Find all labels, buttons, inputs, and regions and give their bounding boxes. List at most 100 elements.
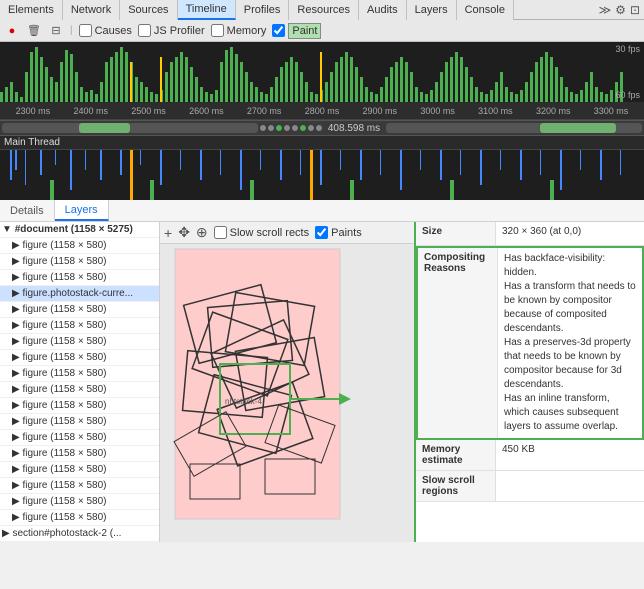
tree-arrow-8: ▶: [12, 352, 22, 363]
canvas-viewport[interactable]: nhtstack-4: [160, 244, 414, 542]
tree-item-13[interactable]: ▶ figure (1158 × 580): [0, 430, 159, 446]
svg-text:nhtstack-4: nhtstack-4: [225, 397, 262, 406]
tree-arrow-4: ▶: [12, 288, 22, 299]
tree-item-5[interactable]: ▶ figure (1158 × 580): [0, 302, 159, 318]
tree-item-section[interactable]: ▶ section#photostack-2 (...: [0, 526, 159, 542]
tree-item-18[interactable]: ▶ figure (1158 × 580): [0, 510, 159, 526]
tree-item-16[interactable]: ▶ figure (1158 × 580): [0, 478, 159, 494]
timeline-toolbar: ● 🗑 ⊟ | Causes JS Profiler Memory Paint: [0, 20, 644, 42]
memory-checkbox[interactable]: [211, 24, 224, 37]
memory-label: Memory estimate: [416, 440, 496, 470]
tree-arrow-5: ▶: [12, 304, 22, 315]
tab-elements[interactable]: Elements: [0, 0, 63, 20]
tree-arrow-10: ▶: [12, 384, 22, 395]
timeline-scrollbar[interactable]: 408.598 ms: [0, 120, 644, 136]
tree-arrow-15: ▶: [12, 464, 22, 475]
js-profiler-checkbox[interactable]: [138, 24, 151, 37]
tree-item-10[interactable]: ▶ figure (1158 × 580): [0, 382, 159, 398]
ruler-label-2: 2500 ms: [120, 106, 178, 116]
layers-canvas: + ✥ ⊕ Slow scroll rects Paints: [160, 222, 414, 542]
ruler-label-10: 3300 ms: [582, 106, 640, 116]
fps-top-label: 30 fps: [615, 44, 640, 54]
ruler-label-7: 3000 ms: [409, 106, 467, 116]
fps-bottom-label: 60 fps: [615, 90, 640, 100]
tree-arrow-7: ▶: [12, 336, 22, 347]
settings-icon[interactable]: ⚙: [615, 3, 626, 17]
layers-tree[interactable]: ▼ #document (1158 × 5275) ▶ figure (1158…: [0, 222, 160, 542]
canvas-toolbar: + ✥ ⊕ Slow scroll rects Paints: [160, 222, 414, 244]
bottom-panel: Details Layers ▼ #document (1158 × 5275)…: [0, 200, 644, 542]
tree-item-4[interactable]: ▶ figure.photostack-curre...: [0, 286, 159, 302]
tree-item-12[interactable]: ▶ figure (1158 × 580): [0, 414, 159, 430]
scroll-dots: [260, 125, 322, 131]
paints-checkbox[interactable]: [315, 226, 328, 239]
tab-profiles[interactable]: Profiles: [236, 0, 290, 20]
dot-3: [276, 125, 282, 131]
tab-layers[interactable]: Layers: [55, 200, 109, 221]
paints-checkbox-label[interactable]: Paints: [315, 226, 362, 239]
tree-item-1[interactable]: ▶ figure (1158 × 580): [0, 238, 159, 254]
tree-item-9[interactable]: ▶ figure (1158 × 580): [0, 366, 159, 382]
scrollbar-track[interactable]: [2, 123, 258, 133]
paints-text: Paints: [331, 227, 362, 239]
dot-6: [300, 125, 306, 131]
tab-console[interactable]: Console: [457, 0, 514, 20]
paint-label: Paint: [288, 23, 321, 39]
scrollbar-thumb-right[interactable]: [540, 123, 617, 133]
paint-checkbox-label[interactable]: Paint: [272, 23, 321, 39]
zoom-in-icon[interactable]: +: [164, 225, 172, 241]
tree-arrow-16: ▶: [12, 480, 22, 491]
tab-sources[interactable]: Sources: [120, 0, 177, 20]
undock-icon[interactable]: ⊡: [630, 3, 640, 17]
info-row-slow-scroll: Slow scroll regions: [416, 471, 644, 502]
scrollbar-track-right[interactable]: [386, 123, 642, 133]
tab-details[interactable]: Details: [0, 200, 55, 221]
tree-arrow-section: ▶: [2, 528, 12, 539]
tree-arrow-11: ▶: [12, 400, 22, 411]
compositing-label: Compositing Reasons: [418, 248, 498, 438]
clear-button[interactable]: 🗑: [26, 23, 42, 39]
tree-item-8[interactable]: ▶ figure (1158 × 580): [0, 350, 159, 366]
paint-checkbox[interactable]: [272, 24, 285, 37]
move-icon[interactable]: ⊕: [196, 224, 208, 241]
filter-button[interactable]: ⊟: [48, 23, 64, 39]
pan-icon[interactable]: ✥: [178, 224, 190, 241]
dot-7: [308, 125, 314, 131]
tab-resources[interactable]: Resources: [289, 0, 359, 20]
dot-4: [284, 125, 290, 131]
tree-item-root[interactable]: ▼ #document (1158 × 5275): [0, 222, 159, 238]
slow-scroll-checkbox[interactable]: [214, 226, 227, 239]
tree-item-2[interactable]: ▶ figure (1158 × 580): [0, 254, 159, 270]
scrollbar-thumb[interactable]: [79, 123, 130, 133]
tree-arrow-1: ▶: [12, 240, 22, 251]
ruler-label-9: 3200 ms: [524, 106, 582, 116]
fps-chart-svg: [0, 42, 644, 102]
thread-timeline-svg: [0, 150, 644, 200]
tree-item-15[interactable]: ▶ figure (1158 × 580): [0, 462, 159, 478]
info-row-compositing: Compositing Reasons Has backface-visibil…: [416, 246, 644, 440]
tree-arrow-13: ▶: [12, 432, 22, 443]
tab-layers[interactable]: Layers: [407, 0, 457, 20]
tree-item-17[interactable]: ▶ figure (1158 × 580): [0, 494, 159, 510]
tree-item-14[interactable]: ▶ figure (1158 × 580): [0, 446, 159, 462]
slow-scroll-checkbox-label[interactable]: Slow scroll rects: [214, 226, 309, 239]
tree-item-3[interactable]: ▶ figure (1158 × 580): [0, 270, 159, 286]
tree-item-7[interactable]: ▶ figure (1158 × 580): [0, 334, 159, 350]
record-button[interactable]: ●: [4, 23, 20, 39]
slow-scroll-text: Slow scroll rects: [230, 227, 309, 239]
tab-audits[interactable]: Audits: [359, 0, 407, 20]
timeline-ruler: 2300 ms 2400 ms 2500 ms 2600 ms 2700 ms …: [0, 102, 644, 120]
tree-item-6[interactable]: ▶ figure (1158 × 580): [0, 318, 159, 334]
slow-scroll-value: [496, 471, 644, 501]
js-profiler-checkbox-label[interactable]: JS Profiler: [138, 24, 205, 37]
tab-network[interactable]: Network: [63, 0, 120, 20]
tree-arrow-14: ▶: [12, 448, 22, 459]
causes-checkbox-label[interactable]: Causes: [79, 24, 132, 37]
ruler-label-6: 2900 ms: [351, 106, 409, 116]
js-profiler-label: JS Profiler: [154, 25, 205, 37]
tab-timeline[interactable]: Timeline: [178, 0, 236, 20]
causes-checkbox[interactable]: [79, 24, 92, 37]
memory-checkbox-label[interactable]: Memory: [211, 24, 267, 37]
overflow-icon[interactable]: ≫: [599, 3, 612, 17]
tree-item-11[interactable]: ▶ figure (1158 × 580): [0, 398, 159, 414]
